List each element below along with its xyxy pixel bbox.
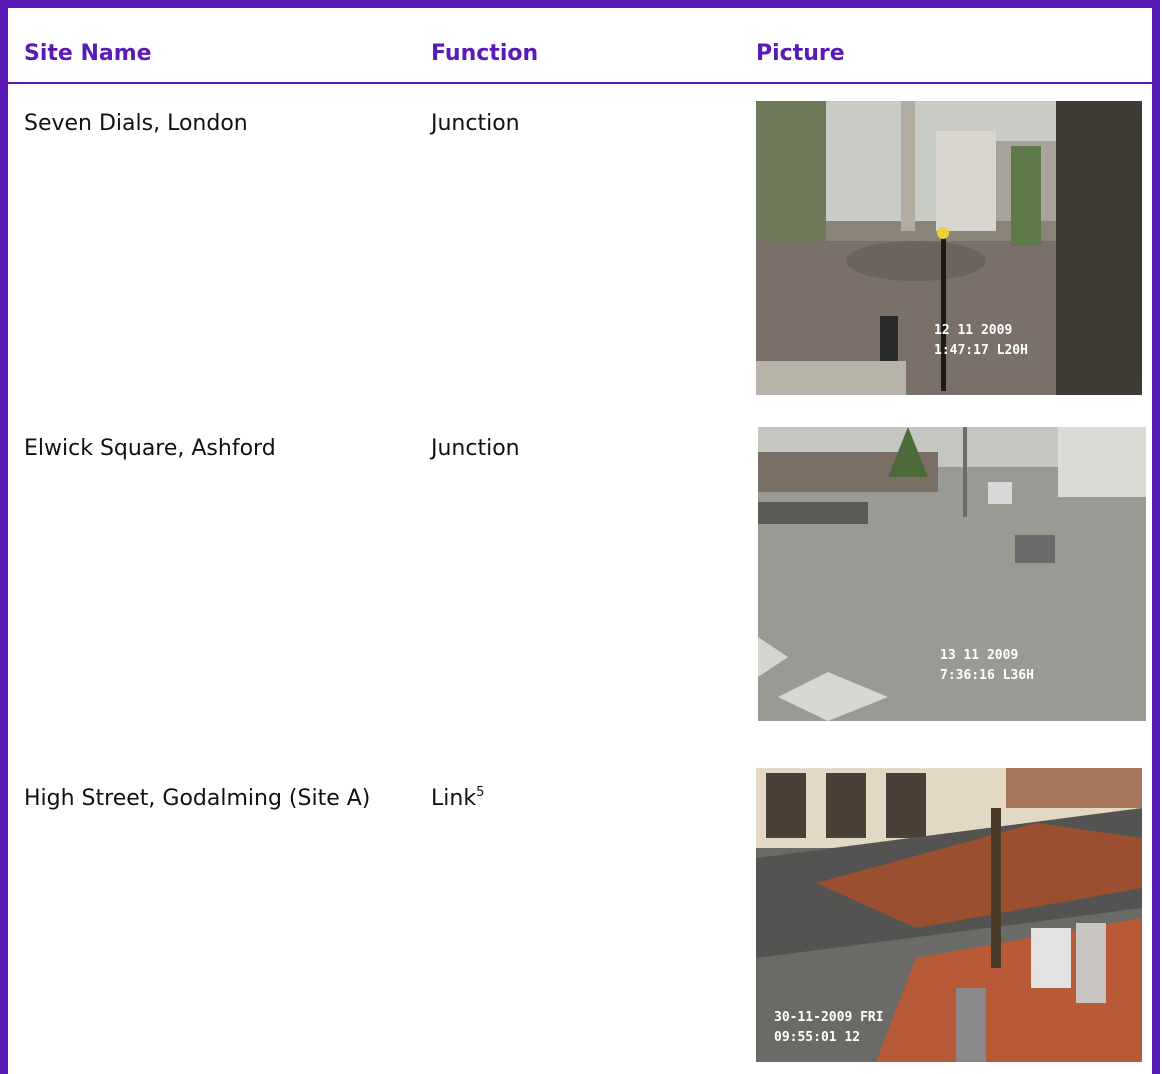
site-photo-godalming-high-street: 30-11-2009 FRI 09:55:01 12 <box>756 768 1142 1062</box>
function-label: Link <box>431 786 477 811</box>
function-label: Junction <box>431 111 520 136</box>
header-picture: Picture <box>756 41 845 66</box>
photo-timestamp-line2: 1:47:17 L20H <box>934 343 1028 358</box>
photo-timestamp-line2: 09:55:01 12 <box>774 1030 860 1045</box>
header-function: Function <box>431 41 539 66</box>
header-site-name: Site Name <box>24 41 152 66</box>
site-photo-elwick-square: 13 11 2009 7:36:16 L36H <box>758 427 1146 721</box>
function-label: Junction <box>431 436 520 461</box>
footnote-marker: 5 <box>476 785 485 800</box>
site-photo-seven-dials: 12 11 2009 1:47:17 L20H <box>756 101 1142 395</box>
photo-timestamp-line2: 7:36:16 L36H <box>940 668 1034 683</box>
site-name-cell: High Street, Godalming (Site A) <box>24 786 371 811</box>
photo-timestamp-line1: 12 11 2009 <box>934 323 1012 338</box>
site-name-cell: Seven Dials, London <box>24 111 248 136</box>
table-frame: Site Name Function Picture Seven Dials, … <box>0 0 1160 1074</box>
photo-timestamp-line1: 13 11 2009 <box>940 648 1018 663</box>
photo-timestamp-line1: 30-11-2009 FRI <box>774 1010 884 1025</box>
function-cell: Junction <box>431 107 520 140</box>
function-cell: Junction <box>431 432 520 465</box>
site-name-cell: Elwick Square, Ashford <box>24 436 276 461</box>
table-header: Site Name Function Picture <box>8 8 1152 84</box>
function-cell: Link5 <box>431 782 484 815</box>
